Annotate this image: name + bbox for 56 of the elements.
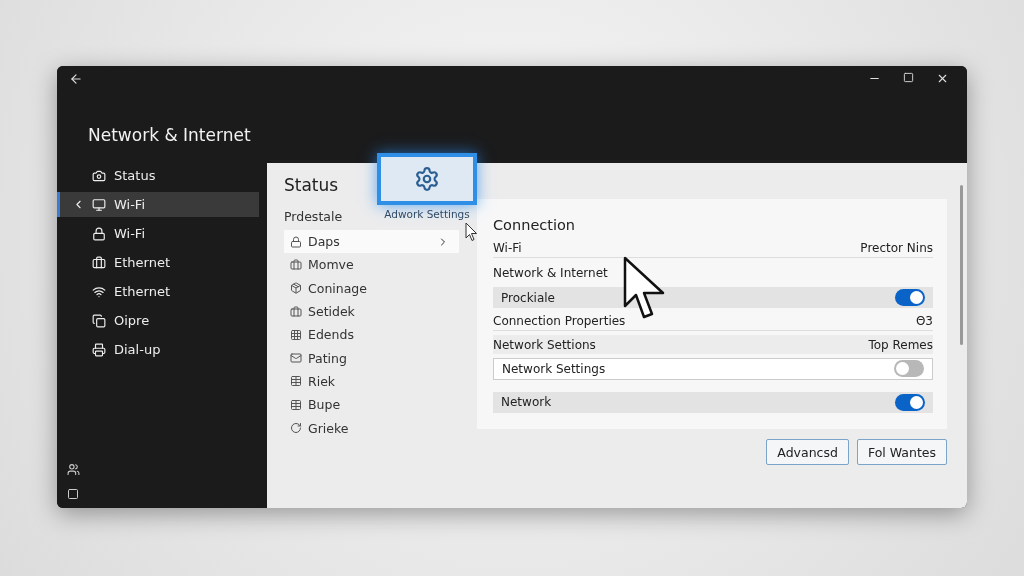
setting-label: Network	[501, 395, 552, 410]
dialog-button[interactable]: Fol Wantes	[856, 439, 947, 465]
setting-row: Wi-Fi Prector Nins	[493, 239, 933, 258]
item-icon	[290, 235, 302, 248]
item-icon	[290, 328, 302, 341]
item-icon	[290, 422, 302, 434]
dialog-button[interactable]: Advancsd	[766, 439, 849, 465]
setting-label: Network Settings	[502, 361, 606, 376]
list-item[interactable]: Coninage	[284, 276, 459, 300]
item-icon	[290, 352, 302, 365]
section-heading: Status	[284, 175, 339, 195]
toggle-switch[interactable]	[895, 289, 925, 307]
item-icon	[290, 305, 302, 318]
sidebar-item[interactable]: Wi-Fi	[57, 192, 259, 217]
nav-icon	[92, 226, 106, 241]
list-item[interactable]: Setidek	[284, 299, 459, 324]
list-item[interactable]: Edends	[284, 323, 459, 347]
card-title: Connection	[493, 217, 577, 233]
nav-icon	[92, 313, 106, 328]
close-icon[interactable]	[936, 72, 949, 85]
back-icon[interactable]	[69, 72, 83, 86]
item-icon	[290, 258, 302, 271]
toggle-switch[interactable]	[895, 393, 925, 411]
item-icon	[290, 375, 302, 388]
sidebar-item[interactable]: Status	[57, 163, 259, 188]
item-icon	[290, 398, 302, 411]
pointer-icon	[623, 256, 667, 320]
list-item[interactable]: Momve	[284, 253, 459, 277]
section-subheading: Prdestale	[284, 209, 343, 224]
setting-label: Prockiale	[501, 290, 555, 305]
nav-icon	[92, 255, 106, 270]
list-item[interactable]: Grieke	[284, 416, 459, 440]
nav-icon	[92, 342, 106, 357]
setting-row: Network Settions Top Remes	[493, 335, 933, 354]
nav-icon	[92, 168, 106, 183]
window-title: Network & Internet	[87, 124, 252, 145]
sidebar-item[interactable]: Wi-Fi	[57, 221, 259, 246]
scrollbar[interactable]	[960, 185, 963, 345]
sidebar-item[interactable]: Oipre	[57, 308, 259, 333]
list-item[interactable]: Pating	[284, 346, 459, 370]
settings-tile[interactable]	[377, 153, 477, 205]
sidebar-item[interactable]: Ethernet	[57, 250, 259, 275]
toggle-switch[interactable]	[894, 360, 924, 378]
list-item[interactable]: Riek	[284, 369, 459, 394]
square-icon[interactable]	[67, 488, 79, 500]
list-item[interactable]: Daps	[284, 230, 459, 254]
sidebar-item[interactable]: Ethernet	[57, 279, 259, 304]
nav-icon	[92, 197, 106, 212]
people-icon[interactable]	[67, 463, 80, 476]
sidebar-item[interactable]: Dial-up	[57, 337, 259, 362]
list-item[interactable]: Bupe	[284, 393, 459, 417]
maximize-icon[interactable]	[903, 72, 914, 83]
item-icon	[290, 282, 302, 295]
group-label: Network & Internet	[493, 265, 608, 280]
nav-icon	[92, 284, 106, 299]
tile-caption: Adwork Settings	[384, 208, 470, 220]
